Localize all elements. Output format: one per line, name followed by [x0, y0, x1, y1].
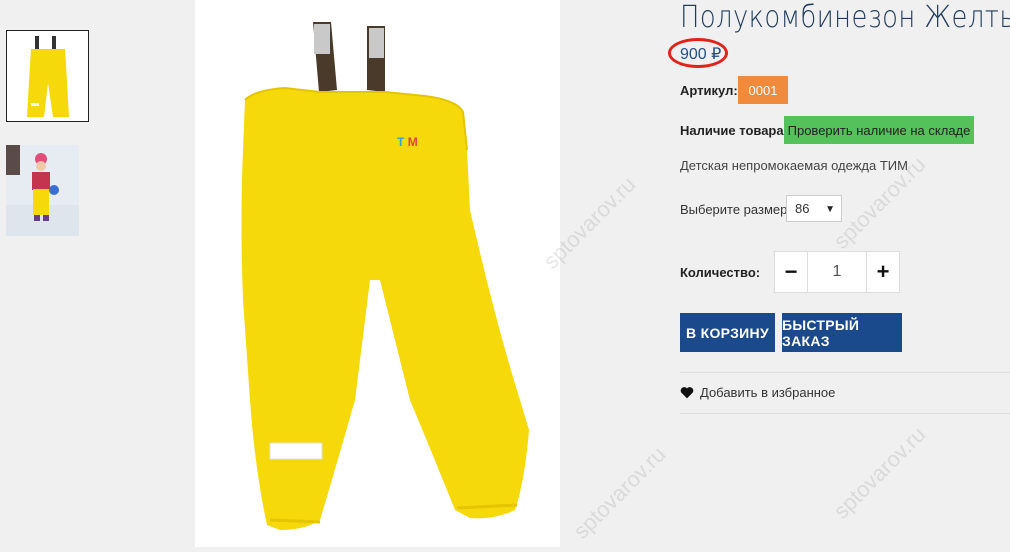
thumbnail-2[interactable] — [6, 145, 79, 236]
quantity-plus-button[interactable]: + — [867, 252, 899, 292]
divider-top — [680, 372, 1010, 373]
thumbnail-1-image — [7, 31, 88, 121]
caret-down-icon: ▼ — [825, 204, 835, 215]
quantity-input[interactable]: 1 — [807, 252, 867, 292]
product-details: Полукомбинезон Желтый 900 ₽ Артикул: 000… — [660, 0, 1010, 547]
add-to-favorites-link[interactable]: Добавить в избранное — [680, 385, 835, 400]
divider-bottom — [680, 413, 1010, 414]
sku-label: Артикул: — [680, 83, 738, 98]
size-select[interactable]: 86 ▼ — [786, 195, 842, 222]
watermark-4: sptovarov.ru — [568, 441, 671, 544]
quantity-label: Количество: — [680, 265, 761, 280]
product-description: Детская непромокаемая одежда ТИМ — [680, 158, 908, 173]
availability-label: Наличие товара: — [680, 123, 788, 138]
check-availability-button[interactable]: Проверить наличие на складе — [784, 116, 974, 144]
sku-badge: 0001 — [738, 76, 788, 104]
product-title: Полукомбинезон Желтый — [680, 0, 1010, 35]
size-select-value: 86 — [795, 201, 810, 216]
product-price: 900 ₽ — [680, 46, 722, 63]
quantity-stepper: − 1 + — [774, 251, 900, 293]
quick-order-button[interactable]: БЫСТРЫЙ ЗАКАЗ — [782, 313, 902, 352]
add-to-cart-button[interactable]: В КОРЗИНУ — [680, 313, 775, 352]
size-label: Выберите размер: — [680, 202, 791, 217]
quantity-minus-button[interactable]: − — [775, 252, 807, 292]
add-to-favorites-label: Добавить в избранное — [700, 385, 836, 400]
overalls-illustration: T M — [195, 0, 560, 547]
product-logo: T M — [397, 135, 418, 149]
heart-icon — [680, 387, 694, 399]
thumbnail-1[interactable] — [6, 30, 89, 122]
main-product-image: T M — [195, 0, 560, 547]
thumbnail-2-image — [6, 145, 79, 236]
